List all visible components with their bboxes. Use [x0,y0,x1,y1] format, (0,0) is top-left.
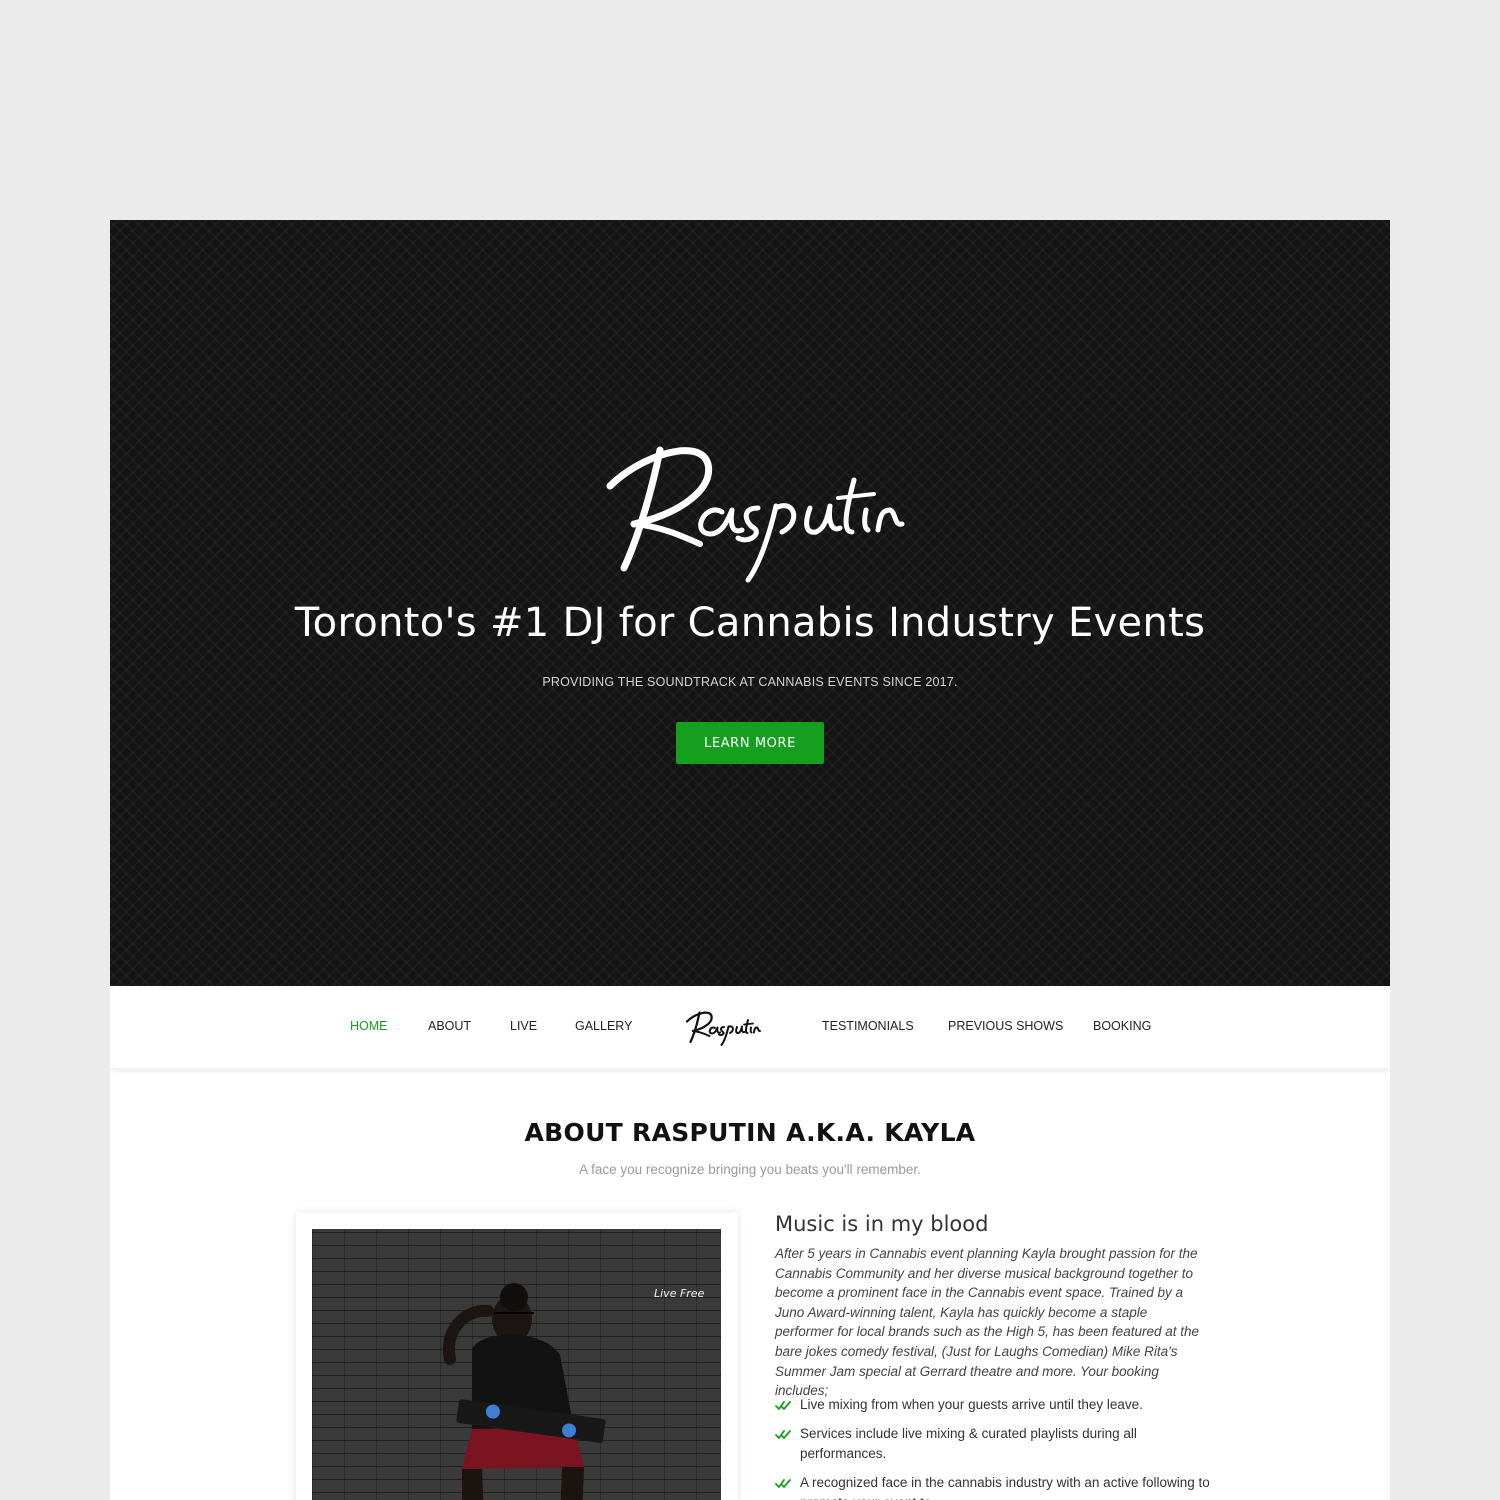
nav-item-previous-shows[interactable]: PREVIOUS SHOWS [948,1019,1063,1033]
hero-title: Toronto's #1 DJ for Cannabis Industry Ev… [294,600,1206,646]
wall-graffiti-text: Live Free [654,1287,705,1300]
list-item: Services include live mixing & curated p… [775,1424,1215,1464]
nav-item-about[interactable]: ABOUT [428,1019,471,1033]
list-item-text: Services include live mixing & curated p… [800,1426,1137,1461]
check-icon [775,1430,791,1439]
dj-photo: Live Free [312,1229,721,1500]
nav-item-home[interactable]: HOME [350,1019,388,1033]
list-item-text: Live mixing from when your guests arrive… [800,1397,1143,1412]
about-title: ABOUT RASPUTIN A.K.A. KAYLA [524,1118,976,1147]
nav-item-gallery[interactable]: GALLERY [575,1019,632,1033]
hero-subtitle: PROVIDING THE SOUNDTRACK AT CANNABIS EVE… [542,675,958,689]
hero-section: Toronto's #1 DJ for Cannabis Industry Ev… [110,220,1390,986]
booking-checklist: Live mixing from when your guests arrive… [775,1395,1215,1500]
nav-item-booking[interactable]: BOOKING [1093,1019,1151,1033]
list-item-text: A recognized face in the cannabis indust… [800,1475,1210,1500]
about-subtitle: A face you recognize bringing you beats … [579,1162,921,1177]
nav-item-live[interactable]: LIVE [510,1019,537,1033]
photo-card: Live Free [296,1213,738,1500]
list-item: Live mixing from when your guests arrive… [775,1395,1215,1415]
page-frame: Toronto's #1 DJ for Cannabis Industry Ev… [110,220,1390,1500]
nav-item-testimonials[interactable]: TESTIMONIALS [822,1019,914,1033]
about-body: After 5 years in Cannabis event planning… [775,1246,1199,1399]
music-heading: Music is in my blood [775,1212,989,1236]
hero-logo [606,446,905,583]
check-icon [775,1401,791,1410]
nav-logo[interactable] [682,1004,762,1050]
learn-more-button[interactable]: LEARN MORE [676,722,824,764]
list-item: A recognized face in the cannabis indust… [775,1473,1215,1500]
main-nav: HOME ABOUT LIVE GALLERY TESTIMONIALS PRE… [110,986,1390,1068]
check-icon [775,1479,791,1488]
